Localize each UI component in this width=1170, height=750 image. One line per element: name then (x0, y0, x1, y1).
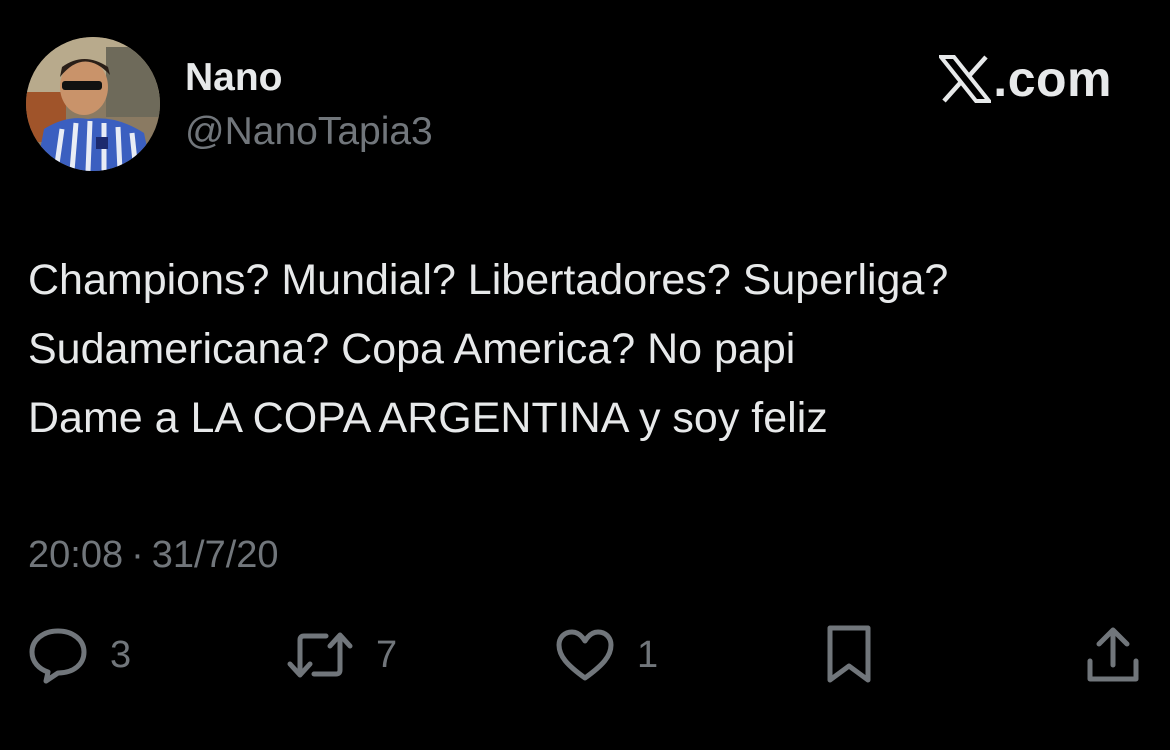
bookmark-icon (824, 624, 874, 686)
retweet-button[interactable]: 7 (286, 620, 397, 690)
meta-separator: · (131, 534, 144, 576)
tweet-card[interactable]: Nano @NanoTapia3 .com Champions? Mundial… (0, 0, 1170, 750)
tweet-time: 20:08 (28, 534, 124, 576)
share-button[interactable] (1084, 620, 1142, 690)
retweet-icon (286, 630, 354, 680)
author-handle[interactable]: @NanoTapia3 (185, 110, 433, 154)
like-button[interactable]: 1 (555, 620, 658, 690)
x-logo-icon (939, 55, 992, 103)
reply-count: 3 (110, 634, 132, 676)
tweet-line: Champions? Mundial? Libertadores? Superl… (28, 256, 949, 304)
action-bar: 3 7 1 (0, 620, 1170, 690)
profile-photo (26, 37, 160, 171)
retweet-count: 7 (376, 634, 398, 676)
reply-button[interactable]: 3 (28, 620, 131, 690)
brand-watermark: .com (939, 52, 1112, 106)
tweet-timestamp[interactable]: 20:08 · 31/7/20 (28, 533, 279, 577)
tweet-line: Dame a LA COPA ARGENTINA y soy feliz (28, 394, 828, 442)
tweet-body: Champions? Mundial? Libertadores? Superl… (28, 246, 1148, 453)
share-icon (1084, 625, 1142, 685)
tweet-date: 31/7/20 (151, 534, 279, 576)
tweet-line: Sudamericana? Copa America? No papi (28, 325, 796, 373)
bookmark-button[interactable] (824, 620, 874, 690)
author-display-name[interactable]: Nano (185, 56, 283, 100)
reply-icon (28, 626, 88, 684)
brand-text: .com (993, 51, 1112, 107)
heart-icon (555, 628, 615, 682)
like-count: 1 (637, 634, 659, 676)
avatar[interactable] (26, 37, 160, 171)
